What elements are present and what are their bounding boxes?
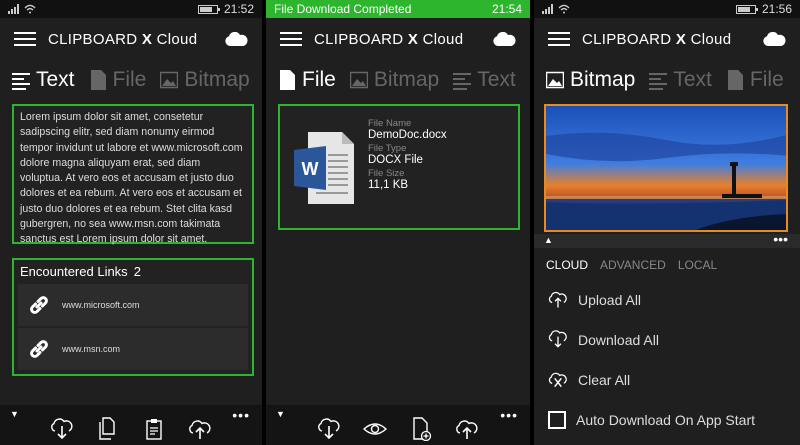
text-panel: 21:52 CLIPBOARD X Cloud Text File Bitmap…: [0, 0, 262, 445]
more-options-icon[interactable]: •••: [773, 231, 788, 247]
tab-text[interactable]: Text: [649, 68, 712, 92]
clipboard-text-box[interactable]: Lorem ipsum dolor sit amet, consetetur s…: [12, 104, 254, 245]
tab-strip: Bitmap Text File: [534, 60, 800, 100]
download-all-button[interactable]: Download All: [548, 330, 659, 350]
cloud-upload-icon[interactable]: [455, 417, 479, 441]
app-title: CLIPBOARD X Cloud: [582, 30, 732, 48]
signal-icon: [8, 4, 36, 14]
app-bar: ▼ •••: [266, 405, 530, 445]
image-icon: [546, 71, 564, 89]
file-name-label: File Name: [368, 118, 412, 129]
pivot-cloud[interactable]: CLOUD: [546, 258, 588, 272]
file-icon: [280, 70, 295, 90]
tab-bitmap[interactable]: Bitmap: [546, 68, 635, 92]
status-bar: 21:52: [0, 0, 262, 18]
bitmap-preview[interactable]: [544, 104, 788, 232]
signal-icon: [542, 4, 570, 14]
upload-all-button[interactable]: Upload All: [548, 290, 641, 310]
more-options-icon[interactable]: •••: [500, 407, 518, 423]
hamburger-menu-icon[interactable]: [280, 32, 302, 46]
battery-icon: [735, 4, 758, 14]
tab-text[interactable]: Text: [453, 68, 516, 92]
clear-all-button[interactable]: Clear All: [548, 370, 630, 390]
file-info-box[interactable]: W File Name DemoDoc.docx File Type DOCX …: [278, 104, 520, 230]
cloud-upload-icon[interactable]: [188, 417, 212, 441]
file-size-label: File Size: [368, 168, 405, 179]
bitmap-panel: 21:56 CLIPBOARD X Cloud Bitmap Text File: [534, 0, 800, 445]
cloud-download-icon: [548, 330, 567, 348]
links-header: Encountered Links 2: [20, 264, 141, 279]
file-type-value: DOCX File: [368, 154, 423, 166]
battery-icon: [197, 4, 220, 14]
app-title: CLIPBOARD X Cloud: [48, 30, 198, 48]
cloud-download-icon[interactable]: [317, 417, 341, 441]
collapse-caret-icon[interactable]: ▼: [10, 409, 19, 419]
auto-download-checkbox[interactable]: Auto Download On App Start: [548, 411, 755, 429]
tab-bitmap[interactable]: Bitmap: [160, 68, 250, 92]
file-panel: File Download Completed 21:54 CLIPBOARD …: [266, 0, 530, 445]
copy-file-icon[interactable]: [96, 417, 120, 441]
word-document-icon: W: [294, 132, 354, 204]
cloud-icon[interactable]: [224, 32, 248, 46]
clock: 21:56: [761, 2, 792, 16]
svg-text:W: W: [302, 159, 319, 179]
tab-file[interactable]: File: [726, 68, 784, 92]
text-lines-icon: [12, 73, 30, 90]
file-type-label: File Type: [368, 143, 407, 154]
links-box: Encountered Links 2 www.microsoft.com www…: [12, 258, 254, 376]
clock: 21:54: [491, 2, 522, 16]
app-header: CLIPBOARD X Cloud: [266, 18, 530, 60]
cloud-upload-icon: [548, 291, 567, 308]
cloud-clear-icon: [548, 372, 567, 388]
status-bar: 21:56: [534, 0, 800, 18]
link-item[interactable]: www.msn.com: [18, 328, 248, 370]
hamburger-menu-icon[interactable]: [548, 32, 570, 46]
clipboard-paste-icon[interactable]: [142, 417, 166, 441]
image-icon: [349, 71, 368, 89]
app-bar: ▼ •••: [0, 405, 262, 445]
notification-bar[interactable]: File Download Completed 21:54: [266, 0, 530, 18]
sunset-lighthouse-image: [546, 106, 786, 230]
clock: 21:52: [223, 2, 254, 16]
image-icon: [160, 71, 179, 89]
link-icon: [30, 296, 48, 314]
app-header: CLIPBOARD X Cloud: [0, 18, 262, 60]
new-file-icon[interactable]: [409, 417, 433, 441]
pivot-local[interactable]: LOCAL: [678, 258, 717, 272]
tab-file[interactable]: File: [89, 68, 146, 92]
cloud-icon[interactable]: [492, 32, 516, 46]
pivot-advanced[interactable]: ADVANCED: [600, 258, 666, 272]
eye-preview-icon[interactable]: [363, 417, 387, 441]
notification-text: File Download Completed: [274, 2, 412, 16]
app-header: CLIPBOARD X Cloud: [534, 18, 800, 60]
tab-strip: Text File Bitmap: [0, 60, 262, 100]
cloud-icon[interactable]: [762, 32, 786, 46]
file-size-value: 11,1 KB: [368, 179, 409, 191]
expand-caret-icon[interactable]: ▲: [544, 235, 553, 245]
text-lines-icon: [453, 73, 472, 90]
tab-text[interactable]: Text: [12, 68, 75, 92]
collapse-caret-icon[interactable]: ▼: [276, 409, 285, 419]
tab-bitmap[interactable]: Bitmap: [349, 68, 439, 92]
checkbox-box[interactable]: [548, 411, 566, 429]
file-details: File Name DemoDoc.docx File Type DOCX Fi…: [368, 116, 447, 193]
bitmap-options-bar: ▲ •••: [534, 231, 800, 248]
pivot-header: CLOUD ADVANCED LOCAL: [546, 258, 717, 272]
tab-strip: File Bitmap Text: [266, 60, 530, 100]
hamburger-menu-icon[interactable]: [14, 32, 36, 46]
link-item[interactable]: www.microsoft.com: [18, 284, 248, 326]
file-name-value: DemoDoc.docx: [368, 129, 447, 141]
cloud-download-icon[interactable]: [50, 417, 74, 441]
text-lines-icon: [649, 73, 668, 90]
file-icon: [90, 70, 106, 90]
file-icon: [727, 70, 743, 90]
tab-file[interactable]: File: [278, 68, 336, 92]
more-options-icon[interactable]: •••: [232, 407, 250, 423]
link-icon: [30, 340, 48, 358]
app-title: CLIPBOARD X Cloud: [314, 30, 464, 48]
